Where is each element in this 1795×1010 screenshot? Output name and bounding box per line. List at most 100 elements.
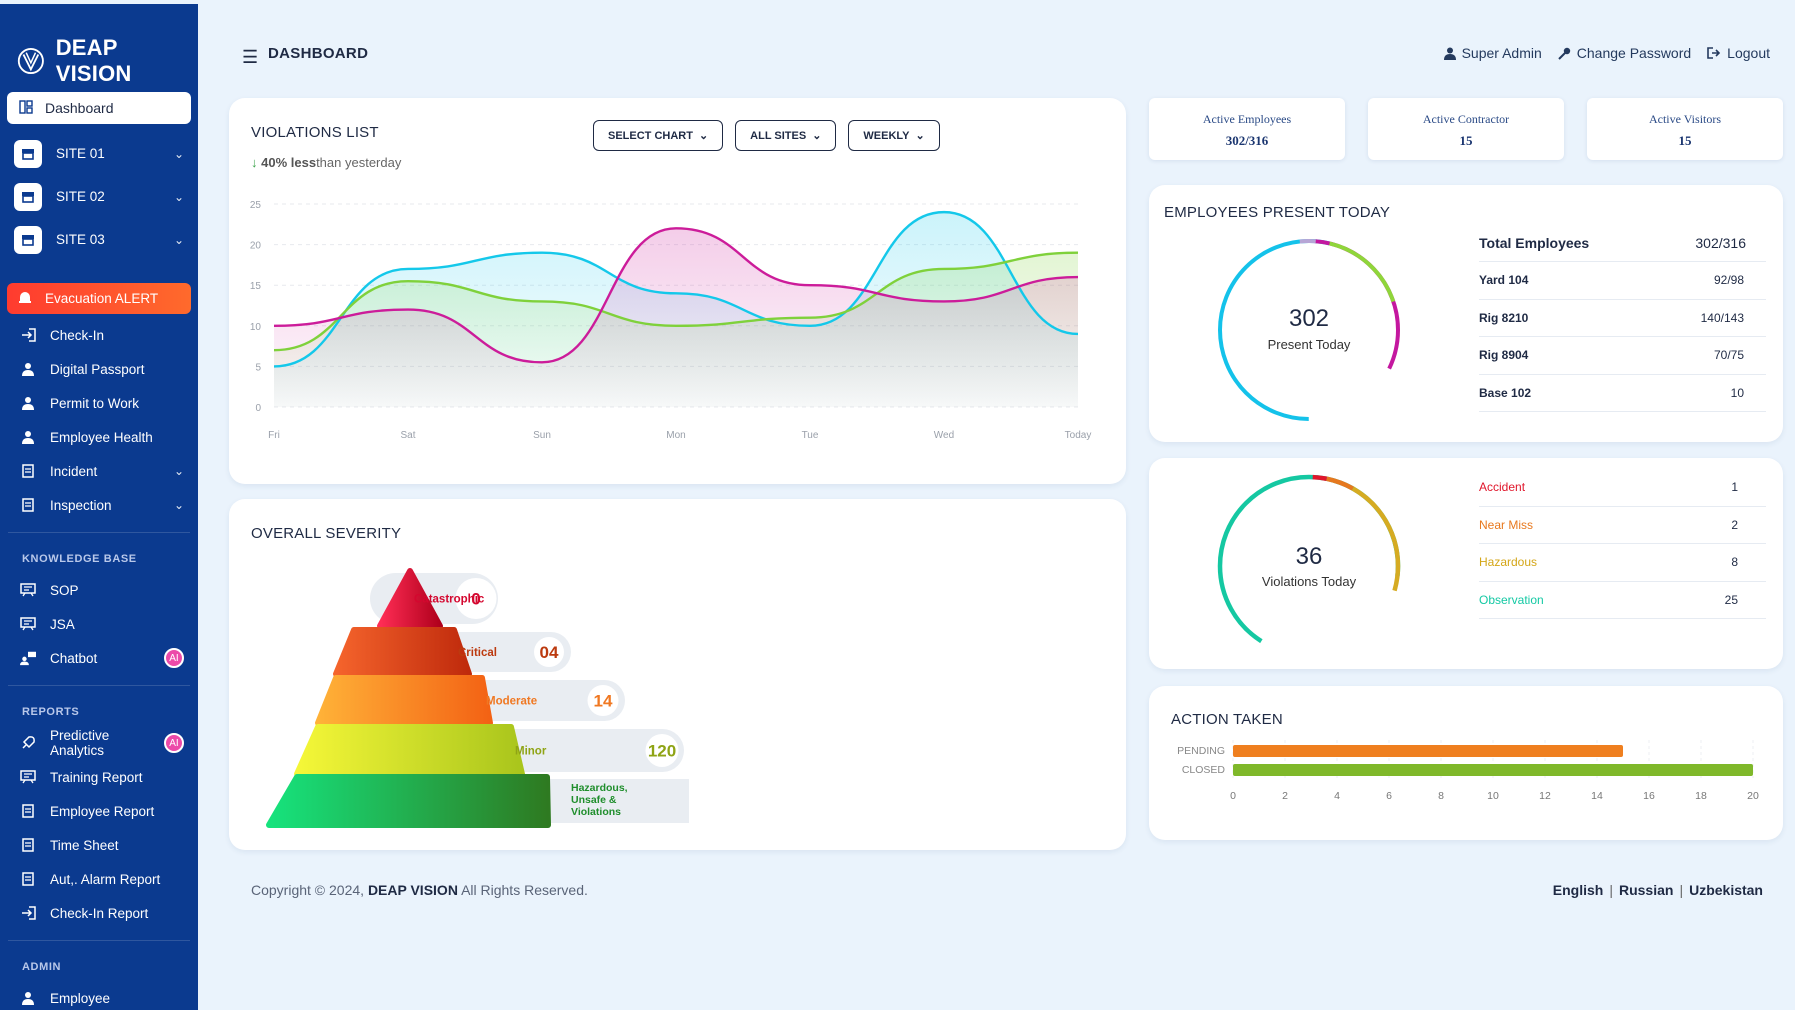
sidebar-item-dashboard[interactable]: Dashboard: [7, 92, 191, 124]
sidebar-item-predictive-analytics[interactable]: Predictive Analytics AI: [0, 726, 198, 760]
employee-site-row: Base 102 10: [1479, 375, 1766, 412]
stat-value: 302/316: [1225, 133, 1269, 148]
trend-value: 40% less: [261, 155, 317, 170]
violations-table: Accident 1 Near Miss 2 Hazardous 8 Observation…: [1479, 469, 1766, 619]
employee-site-row: Rig 8210 140/143: [1479, 300, 1766, 337]
x-tick-label: Today: [1065, 430, 1092, 441]
sidebar-item-check-in-report[interactable]: Check-In Report: [0, 896, 198, 930]
sidebar-item-label: Chatbot: [50, 650, 98, 666]
sidebar-item-employee-report[interactable]: Employee Report: [0, 794, 198, 828]
check-in-icon: [20, 328, 36, 342]
super-admin-link[interactable]: Super Admin: [1443, 45, 1542, 61]
site-label: Base 102: [1479, 385, 1532, 400]
violation-value: 8: [1731, 555, 1738, 570]
site-label: Yard 104: [1479, 273, 1529, 288]
weekly-dropdown[interactable]: WEEKLY ⌄: [848, 120, 940, 151]
chevron-down-icon: ⌄: [173, 464, 184, 478]
sidebar-item-label: JSA: [50, 616, 75, 632]
stat-value: 15: [1459, 133, 1473, 148]
store-icon: [14, 182, 42, 211]
sidebar-item-digital-passport[interactable]: Digital Passport: [0, 352, 198, 386]
logout-label: Logout: [1727, 45, 1770, 61]
violations-count: 36: [1295, 543, 1323, 570]
menu-icon[interactable]: ☰: [242, 47, 258, 68]
sidebar-item-employee[interactable]: Employee: [0, 981, 198, 1010]
all-sites-dropdown[interactable]: ALL SITES ⌄: [735, 120, 837, 151]
sidebar-item-training-report[interactable]: Training Report: [0, 760, 198, 794]
sidebar-item-incident[interactable]: Incident ⌄: [0, 454, 198, 488]
user-icon: [1443, 47, 1456, 60]
stat-card-1: Active Contractor 15: [1368, 98, 1564, 160]
sidebar-item-employee-health[interactable]: Employee Health: [0, 420, 198, 454]
total-label: Total Employees: [1479, 235, 1590, 251]
sidebar-item-label: Employee Health: [50, 429, 153, 445]
severity-value: 120: [648, 742, 676, 761]
overall-severity-title: OVERALL SEVERITY: [251, 525, 402, 542]
sidebar-item-label: Permit to Work: [50, 395, 140, 411]
sidebar-item-label: Incident: [50, 463, 98, 479]
chevron-down-icon: ⌄: [173, 189, 184, 204]
sidebar-item-aut-alarm-report[interactable]: Aut,. Alarm Report: [0, 862, 198, 896]
page-title: DASHBOARD: [268, 45, 369, 62]
copyright-text: Copyright © 2024,: [251, 882, 365, 898]
sidebar-item-site-02[interactable]: SITE 02 ⌄: [0, 175, 198, 218]
violations-today-card: 36 Violations Today Accident 1 Near Miss 2 H…: [1149, 458, 1783, 669]
violations-list-title: VIOLATIONS LIST: [251, 124, 379, 141]
key-icon: [1558, 47, 1570, 60]
violations-trend: ↓ 40% lessthan yesterday: [251, 155, 401, 170]
sidebar-item-site-01[interactable]: SITE 01 ⌄: [0, 132, 198, 175]
select-chart-dropdown[interactable]: SELECT CHART ⌄: [593, 120, 724, 151]
site-value: 70/75: [1713, 348, 1744, 363]
report-icon: [20, 804, 36, 818]
change-password-link[interactable]: Change Password: [1558, 45, 1691, 61]
stat-title: Active Employees: [1202, 112, 1292, 126]
bar-pending: [1233, 745, 1623, 757]
lang-uzbekistan[interactable]: Uzbekistan: [1689, 882, 1763, 898]
violation-value: 2: [1731, 517, 1738, 532]
severity-value: 04: [540, 643, 559, 662]
y-tick-label: 5: [255, 362, 261, 373]
sidebar-item-evacuation-alert[interactable]: Evacuation ALERT: [7, 283, 191, 314]
x-tick-label: 2: [1282, 790, 1288, 802]
y-tick-label: 15: [250, 281, 262, 292]
sidebar-item-permit-to-work[interactable]: Permit to Work: [0, 386, 198, 420]
x-tick-label: Fri: [268, 430, 280, 441]
violation-value: 1: [1731, 480, 1738, 495]
sidebar-item-label: Aut,. Alarm Report: [50, 871, 161, 887]
violations-caption: Violations Today: [1261, 574, 1357, 589]
employees-caption: Present Today: [1267, 337, 1351, 352]
stat-card-2: Active Visitors 15: [1587, 98, 1783, 160]
brand[interactable]: DEAP VISION: [0, 4, 198, 86]
lang-english[interactable]: English: [1553, 882, 1604, 898]
x-tick-label: Sun: [533, 430, 551, 441]
severity-label: Critical: [458, 647, 497, 659]
violations-list-card: VIOLATIONS LIST ↓ 40% lessthan yesterday…: [229, 98, 1126, 484]
x-tick-label: 0: [1230, 790, 1236, 802]
sidebar-item-inspection[interactable]: Inspection ⌄: [0, 488, 198, 522]
employees-count: 302: [1288, 305, 1330, 332]
sidebar-item-time-sheet[interactable]: Time Sheet: [0, 828, 198, 862]
rocket-icon: [20, 735, 36, 751]
chevron-down-icon: ⌄: [173, 498, 184, 512]
violation-label: Hazardous: [1479, 555, 1538, 570]
x-tick-label: Sat: [400, 430, 415, 441]
incident-icon: [20, 464, 36, 478]
violation-label: Observation: [1479, 592, 1544, 607]
bar-label: PENDING: [1177, 745, 1225, 757]
x-tick-label: Wed: [934, 430, 954, 441]
violation-type-row: Observation 25: [1479, 582, 1766, 619]
board-icon: [20, 583, 36, 597]
sidebar-item-site-03[interactable]: SITE 03 ⌄: [0, 218, 198, 261]
weekly-label: WEEKLY: [863, 129, 910, 142]
board-icon: [20, 617, 36, 631]
ai-badge: AI: [164, 733, 184, 753]
sidebar-item-sop[interactable]: SOP: [0, 573, 198, 607]
lang-russian[interactable]: Russian: [1619, 882, 1673, 898]
sidebar-item-label: Inspection: [50, 497, 112, 513]
logout-link[interactable]: Logout: [1707, 45, 1770, 61]
sidebar-item-chatbot[interactable]: Chatbot AI: [0, 641, 198, 675]
sidebar-item-jsa[interactable]: JSA: [0, 607, 198, 641]
sidebar-item-label: Training Report: [50, 769, 143, 785]
sidebar-item-check-in[interactable]: Check-In: [0, 318, 198, 352]
x-tick-label: 4: [1334, 790, 1340, 802]
